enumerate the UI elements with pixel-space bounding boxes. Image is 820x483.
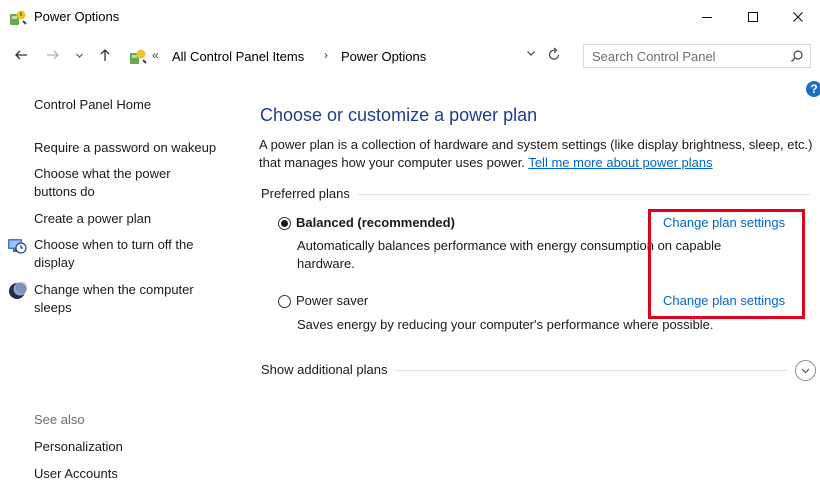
arrow-left-icon	[15, 50, 27, 60]
power-saver-plan-name[interactable]: Power saver	[296, 293, 368, 308]
display-clock-icon	[8, 239, 27, 254]
close-button[interactable]	[775, 0, 820, 34]
balanced-plan-name[interactable]: Balanced (recommended)	[296, 215, 455, 230]
sidebar-item-create-plan[interactable]: Create a power plan	[34, 210, 234, 228]
see-also-user-accounts-link[interactable]: User Accounts	[34, 465, 118, 483]
refresh-icon	[548, 47, 560, 60]
sidebar-item-turn-off-display[interactable]: Choose when to turn off the display	[34, 236, 214, 272]
moon-icon	[9, 281, 27, 299]
search-icon[interactable]	[790, 49, 804, 63]
breadcrumb-power-options[interactable]: Power Options	[341, 49, 426, 64]
recent-locations-button[interactable]	[70, 46, 88, 64]
up-button[interactable]	[96, 46, 114, 64]
minimize-icon	[702, 17, 712, 18]
address-bar[interactable]: « All Control Panel Items › Power Option…	[120, 44, 572, 68]
show-additional-plans-label[interactable]: Show additional plans	[261, 362, 396, 377]
expand-additional-plans-button[interactable]	[795, 360, 816, 381]
chevron-down-icon	[801, 368, 810, 374]
help-button[interactable]: ?	[806, 81, 820, 97]
address-dropdown-button[interactable]	[526, 48, 536, 61]
control-panel-home-link[interactable]: Control Panel Home	[34, 96, 151, 114]
preferred-plans-label: Preferred plans	[261, 186, 358, 201]
maximize-button[interactable]	[730, 0, 776, 34]
sidebar-item-require-password[interactable]: Require a password on wakeup	[34, 139, 234, 157]
refresh-button[interactable]	[548, 47, 561, 64]
search-input[interactable]: Search Control Panel	[592, 49, 716, 64]
learn-more-link[interactable]: Tell me more about power plans	[528, 155, 712, 170]
maximize-icon	[748, 12, 758, 22]
page-title: Choose or customize a power plan	[260, 105, 538, 125]
back-button[interactable]	[12, 46, 30, 64]
page-description: A power plan is a collection of hardware…	[259, 136, 819, 172]
title-bar: Power Options	[0, 0, 820, 34]
arrow-right-icon	[47, 50, 59, 60]
sidebar-item-computer-sleeps[interactable]: Change when the computer sleeps	[34, 281, 214, 317]
crumb-overflow[interactable]: «	[152, 48, 159, 62]
breadcrumb-separator[interactable]: ›	[324, 48, 328, 62]
sidebar-item-power-buttons[interactable]: Choose what the power buttons do	[34, 165, 194, 201]
arrow-up-icon	[100, 49, 110, 61]
search-box[interactable]: Search Control Panel	[583, 44, 811, 68]
chevron-down-icon	[527, 51, 535, 56]
close-icon	[793, 12, 803, 22]
balanced-plan-radio[interactable]	[278, 217, 291, 230]
breadcrumb-all-control-panel-items[interactable]: All Control Panel Items	[172, 49, 304, 64]
power-saver-plan-radio[interactable]	[278, 295, 291, 308]
control-panel-icon	[130, 49, 147, 64]
annotation-highlight-box	[648, 209, 805, 319]
see-also-personalization-link[interactable]: Personalization	[34, 438, 123, 456]
window-title: Power Options	[34, 9, 120, 24]
minimize-button[interactable]	[684, 0, 730, 34]
chevron-down-icon	[75, 53, 83, 58]
see-also-heading: See also	[34, 412, 85, 427]
navigation-bar: « All Control Panel Items › Power Option…	[0, 38, 820, 72]
forward-button[interactable]	[44, 46, 62, 64]
power-options-icon	[10, 10, 27, 25]
